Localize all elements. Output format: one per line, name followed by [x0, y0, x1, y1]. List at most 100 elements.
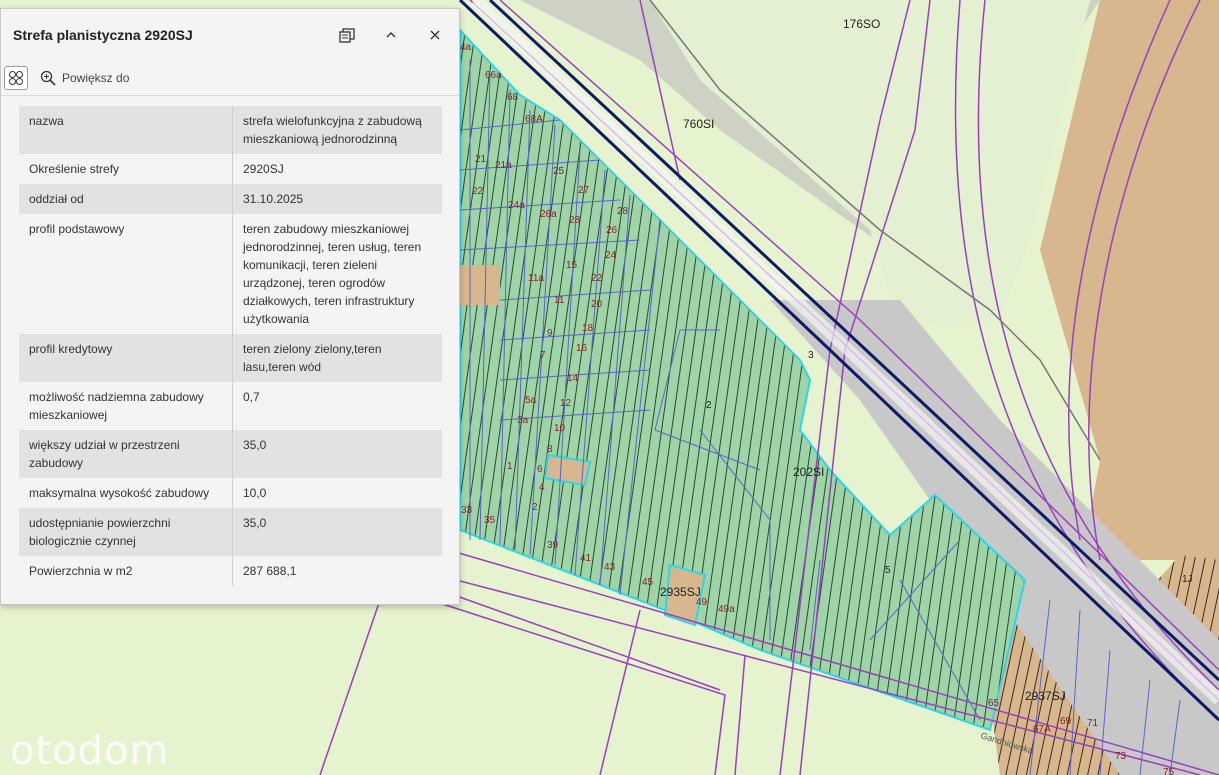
- parcel-label: 4: [539, 482, 545, 493]
- row-value: strefa wielofunkcyjna z zabudową mieszka…: [232, 106, 442, 154]
- parcel-label: 5a: [525, 395, 537, 406]
- parcel-label: 26: [606, 225, 618, 236]
- parcel-label: 3: [808, 350, 814, 361]
- parcel-label: 5: [885, 565, 891, 576]
- parcel-label: 24: [605, 250, 617, 261]
- parcel-label: 49: [696, 597, 708, 608]
- row-key: Określenie strefy: [19, 154, 233, 184]
- zone-label-2937sj: 2937SJ: [1025, 689, 1066, 703]
- parcel-label: 21a: [495, 160, 512, 171]
- parcel-label: 6: [537, 464, 543, 475]
- parcel-label: 67A: [1033, 724, 1051, 735]
- parcel-label: 66a: [485, 70, 502, 81]
- row-value: 35,0: [232, 430, 442, 478]
- table-row: Określenie strefy 2920SJ: [19, 154, 442, 184]
- row-value: 0,7: [232, 382, 442, 430]
- row-key: nazwa: [19, 106, 233, 154]
- parcel-label: 75: [1163, 767, 1175, 775]
- zoom-in-icon: [40, 70, 56, 86]
- parcel-label: 45: [642, 577, 654, 588]
- table-row: profil podstawowy teren zabudowy mieszkan…: [19, 214, 442, 334]
- row-key: profil kredytowy: [19, 334, 233, 382]
- parcel-label: 4a: [460, 42, 472, 53]
- close-icon: [430, 30, 440, 40]
- parcel-label: 73: [1115, 751, 1127, 762]
- parcel-label: 43: [604, 562, 616, 573]
- parcel-label: 68A: [525, 114, 543, 125]
- parcel-label: 1: [507, 461, 513, 472]
- parcel-label: 68: [507, 92, 519, 103]
- table-row: maksymalna wysokość zabudowy 10,0: [19, 478, 442, 508]
- zone-label-202si: 202SI: [793, 465, 824, 479]
- row-value: 10,0: [232, 478, 442, 508]
- row-value: teren zabudowy mieszkaniowej jednorodzin…: [232, 214, 442, 334]
- parcel-label: 15: [566, 260, 578, 271]
- parcel-label: 28: [569, 215, 581, 226]
- parcel-label: 26a: [540, 209, 557, 220]
- close-button[interactable]: [423, 23, 447, 47]
- parcel-label: 24a: [508, 200, 525, 211]
- parcel-label: 39: [547, 540, 559, 551]
- row-value: 2920SJ: [232, 154, 442, 184]
- feature-info-panel: Strefa planistyczna 2920SJ Powiększ do n…: [0, 8, 460, 605]
- zoom-to-label: Powiększ do: [62, 71, 130, 85]
- panel-title: Strefa planistyczna 2920SJ: [13, 27, 193, 43]
- parcel-label: 69: [1060, 716, 1072, 727]
- parcel-label: 65: [988, 698, 1000, 709]
- table-row: nazwa strefa wielofunkcyjna z zabudową mi…: [19, 106, 442, 154]
- zoom-to-button[interactable]: Powiększ do: [40, 70, 129, 86]
- parcel-label: 21: [475, 154, 487, 165]
- attribute-table: nazwa strefa wielofunkcyjna z zabudową mi…: [19, 106, 442, 586]
- parcel-label: 22: [591, 273, 603, 284]
- parcel-label: 18: [582, 323, 594, 334]
- row-key: większy udział w przestrzeni zabudowy: [19, 430, 233, 478]
- parcel-label: 8: [547, 444, 553, 455]
- parcel-label: 20: [591, 299, 603, 310]
- parcel-label: 27: [578, 185, 590, 196]
- panel-header: Strefa planistyczna 2920SJ: [1, 9, 459, 61]
- parcel-label: 11: [554, 295, 565, 306]
- panel-toolbar: Powiększ do: [1, 61, 459, 96]
- row-key: możliwość nadziemna zabudowy mieszkaniow…: [19, 382, 233, 430]
- parcel-label: 2: [706, 400, 712, 411]
- parcel-label: 22: [472, 186, 484, 197]
- dock-button[interactable]: [335, 23, 359, 47]
- row-key: maksymalna wysokość zabudowy: [19, 478, 233, 508]
- parcel-label: 2: [532, 502, 538, 513]
- parcel-label: 25: [553, 166, 565, 177]
- parcel-label: 9: [547, 328, 553, 339]
- row-value: teren zielony zielony,teren lasu,teren w…: [232, 334, 442, 382]
- parcel-label: 14: [567, 373, 579, 384]
- parcel-label: 11a: [528, 273, 544, 284]
- collapse-button[interactable]: [379, 23, 403, 47]
- row-value: 287 688,1: [232, 556, 442, 586]
- row-key: udostępnianie powierzchni biologicznie c…: [19, 508, 233, 556]
- parcel-label: 3a: [517, 415, 529, 426]
- table-row: większy udział w przestrzeni zabudowy 35,…: [19, 430, 442, 478]
- zone-label-2935sj: 2935SJ: [660, 585, 701, 599]
- parcel-label: 16: [576, 343, 588, 354]
- parcel-label: 7: [540, 350, 546, 361]
- table-row: oddział od 31.10.2025: [19, 184, 442, 214]
- row-value: 35,0: [232, 508, 442, 556]
- table-row: udostępnianie powierzchni biologicznie c…: [19, 508, 442, 556]
- row-key: profil podstawowy: [19, 214, 233, 334]
- tan-parcel-a: [460, 265, 500, 305]
- zone-label-760si: 760SI: [683, 117, 714, 131]
- otodom-watermark: otodom: [10, 728, 170, 774]
- parcel-label: 41: [580, 553, 592, 564]
- zone-label-1j: 1J: [1182, 574, 1193, 585]
- row-value: 31.10.2025: [232, 184, 442, 214]
- parcel-label: 71: [1087, 718, 1099, 729]
- table-row: możliwość nadziemna zabudowy mieszkaniow…: [19, 382, 442, 430]
- table-row: Powierzchnia w m2 287 688,1: [19, 556, 442, 586]
- parcel-label: 12: [560, 398, 572, 409]
- zone-label-176so: 176SO: [843, 17, 880, 31]
- chevron-up-icon: [386, 32, 396, 38]
- parcel-label: 33: [461, 505, 473, 516]
- parcel-label: 35: [484, 515, 496, 526]
- dock-icon: [339, 28, 355, 43]
- table-row: profil kredytowy teren zielony zielony,te…: [19, 334, 442, 382]
- actions-grid-button[interactable]: [4, 66, 28, 90]
- row-key: Powierzchnia w m2: [19, 556, 233, 586]
